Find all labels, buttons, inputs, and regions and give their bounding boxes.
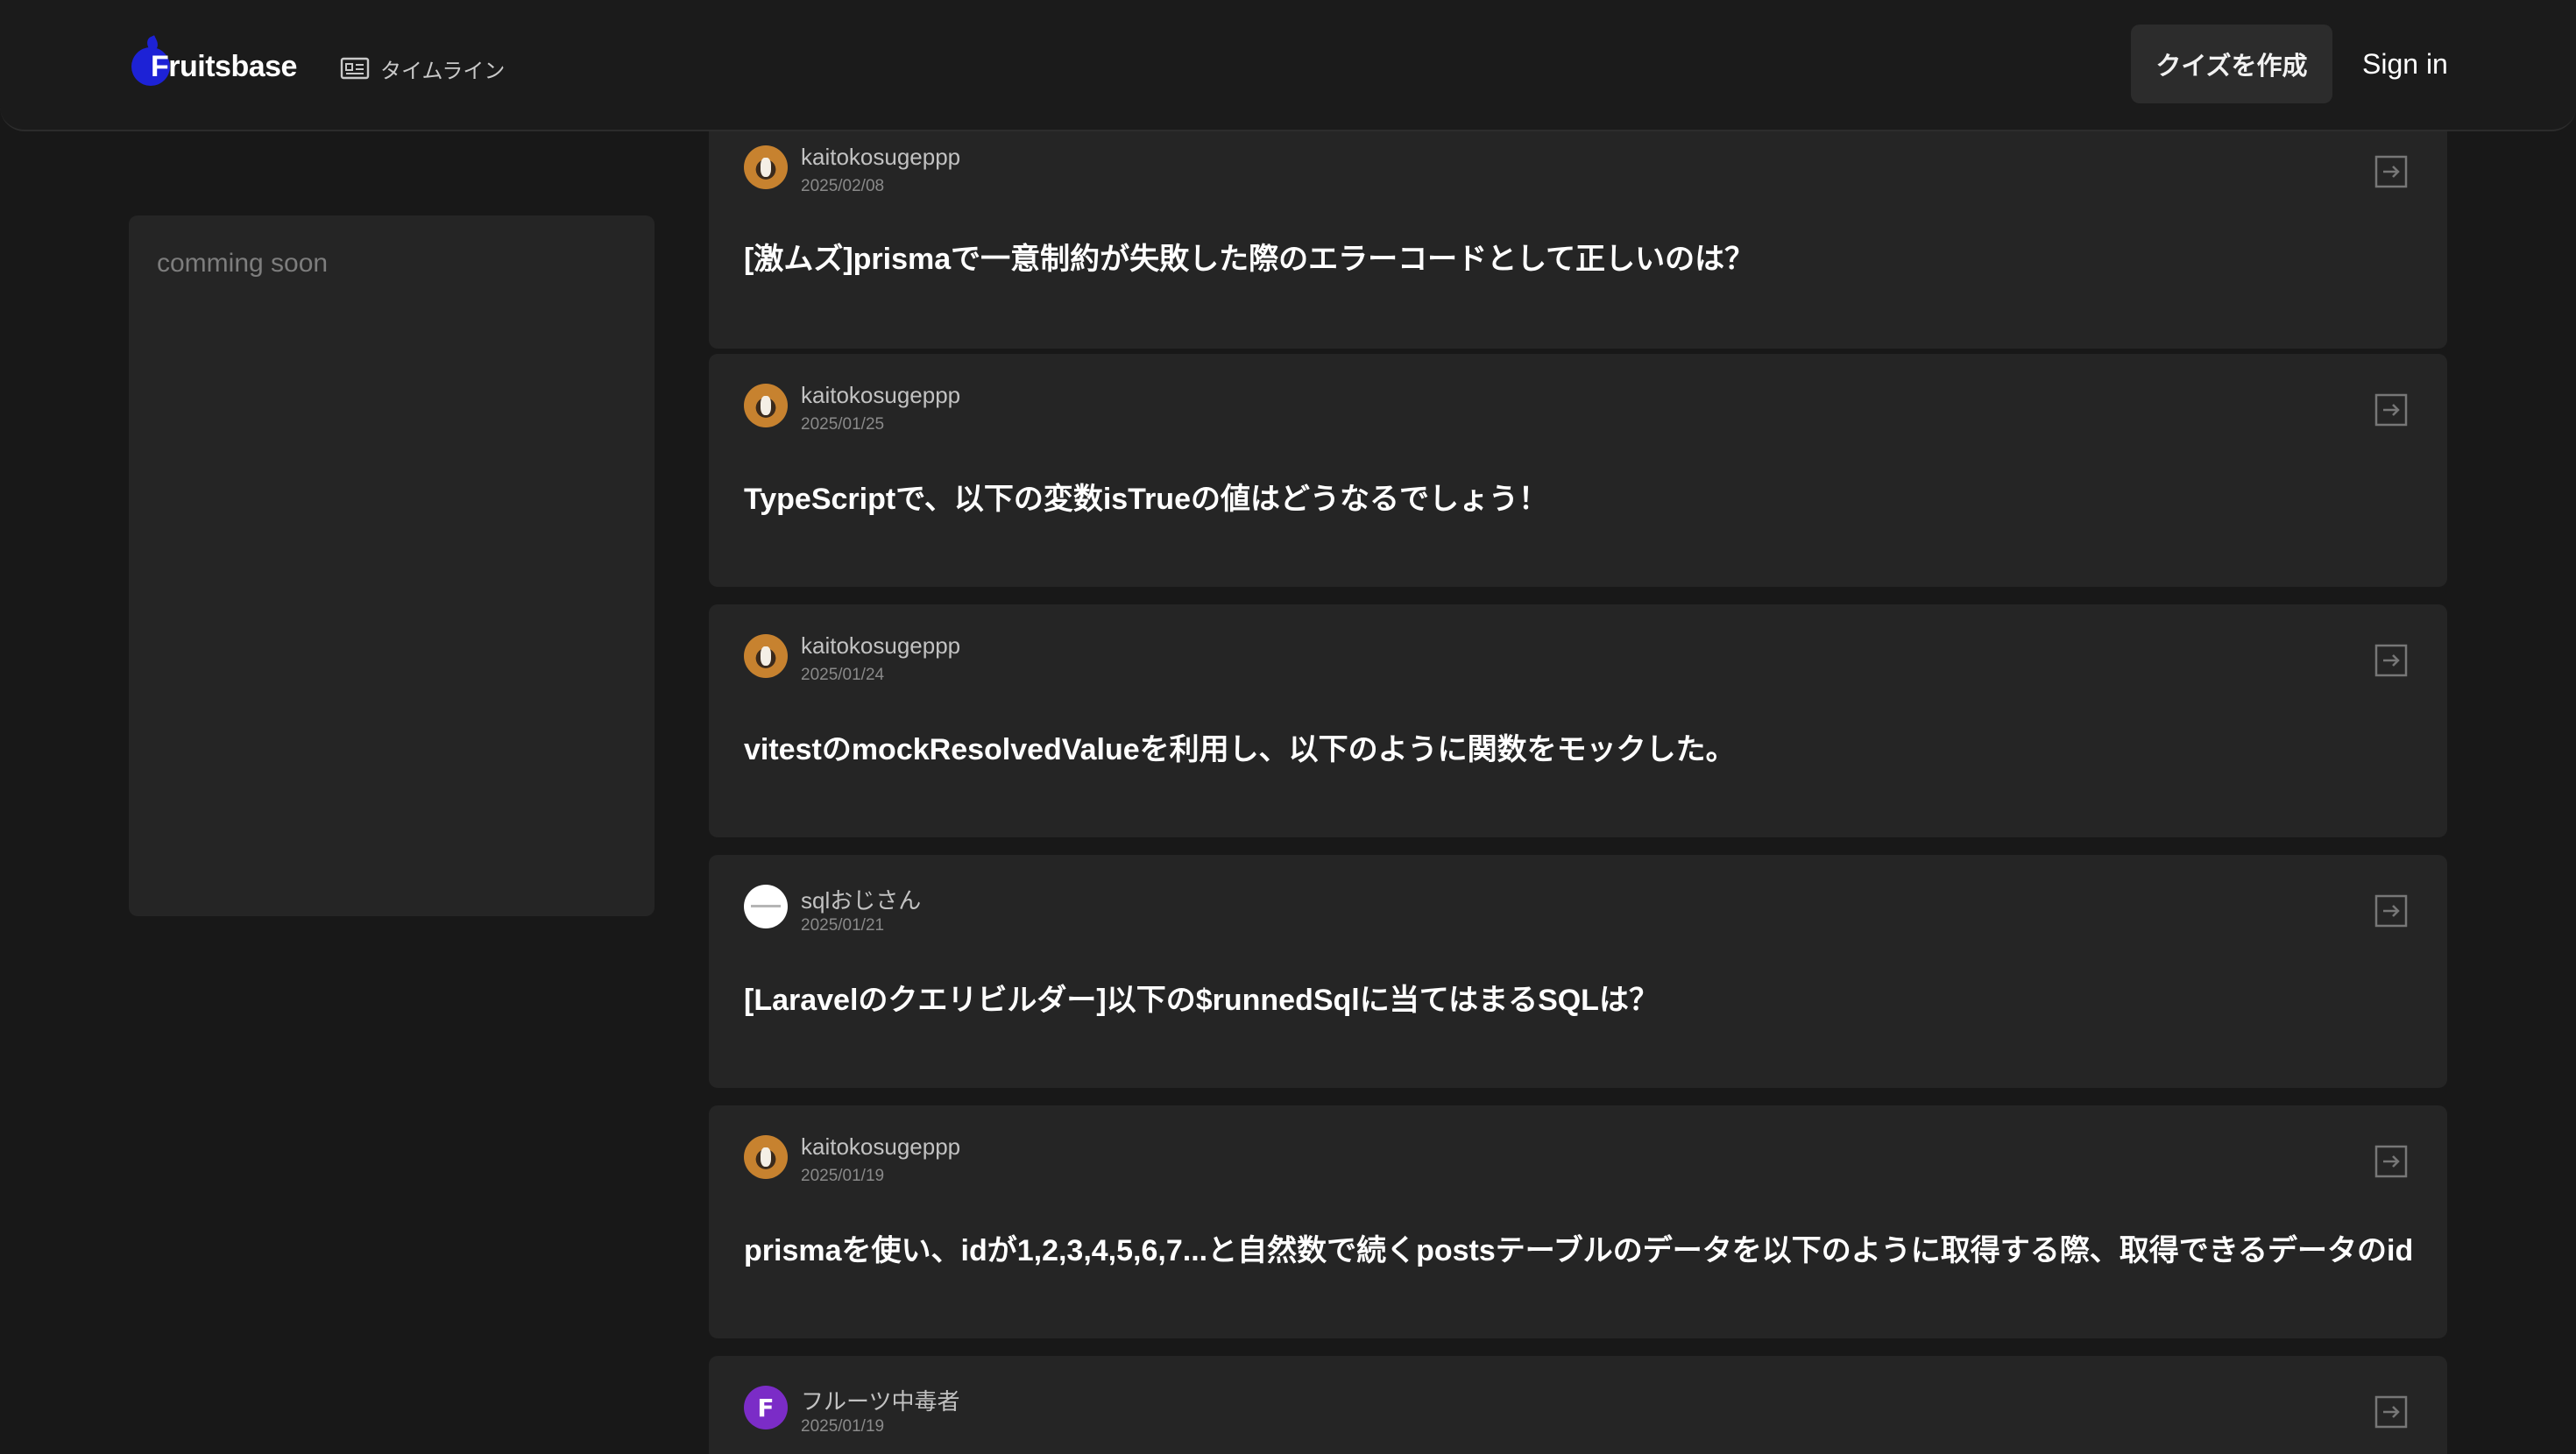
fruitsbase-logo[interactable]: Fruitsbase: [131, 35, 297, 98]
post-date: 2025/01/21: [801, 916, 885, 935]
top-header: Fruitsbase タイムライン クイズを作成 Sign in: [0, 0, 2576, 131]
open-arrow-icon[interactable]: [2374, 154, 2409, 189]
post-title[interactable]: TypeScriptで、以下の変数isTrueの値はどうなるでしょう！: [744, 475, 2426, 518]
post-username[interactable]: kaitokosugeppp: [801, 632, 960, 660]
post-title[interactable]: [Laravelのクエリビルダー]以下の$runnedSqlに当てはまるSQLは…: [744, 976, 2426, 1019]
post-date: 2025/02/08: [801, 177, 885, 195]
post-username[interactable]: sqlおじさん: [801, 883, 921, 915]
sidebar-placeholder: comming soon: [157, 249, 329, 278]
post-date: 2025/01/19: [801, 1417, 885, 1436]
post-date: 2025/01/19: [801, 1167, 885, 1185]
newspaper-icon: [340, 57, 370, 80]
logo-text: Fruitsbase: [151, 49, 297, 83]
nav-timeline-label: タイムライン: [380, 59, 506, 83]
post-title[interactable]: vitestのmockResolvedValueを利用し、以下のように関数をモッ…: [744, 725, 2426, 768]
post-username[interactable]: kaitokosugeppp: [801, 382, 960, 409]
sidebar-panel: comming soon: [129, 215, 655, 916]
post-date: 2025/01/25: [801, 415, 885, 434]
nav-timeline-link[interactable]: タイムライン: [340, 53, 505, 84]
post-card[interactable]: kaitokosugeppp 2025/01/25 TypeScriptで、以下…: [709, 354, 2447, 587]
post-card[interactable]: kaitokosugeppp 2025/01/24 vitestのmockRes…: [709, 604, 2447, 837]
post-date: 2025/01/24: [801, 666, 885, 684]
post-title[interactable]: prismaを使い、idが1,2,3,4,5,6,7...と自然数で続くpost…: [744, 1226, 2426, 1269]
open-arrow-icon[interactable]: [2374, 643, 2409, 678]
post-card[interactable]: sqlおじさん 2025/01/21 [Laravelのクエリビルダー]以下の$…: [709, 855, 2447, 1088]
open-arrow-icon[interactable]: [2374, 1394, 2409, 1429]
user-avatar[interactable]: [744, 634, 788, 678]
create-quiz-button[interactable]: クイズを作成: [2131, 25, 2332, 103]
post-title[interactable]: [激ムズ]prismaで一意制約が失敗した際のエラーコードとして正しいのは？: [744, 235, 2426, 278]
open-arrow-icon[interactable]: [2374, 1144, 2409, 1179]
user-avatar[interactable]: [744, 145, 788, 189]
post-username[interactable]: kaitokosugeppp: [801, 144, 960, 171]
open-arrow-icon[interactable]: [2374, 392, 2409, 427]
user-avatar[interactable]: F: [744, 1386, 788, 1429]
avatar-letter: F: [757, 1393, 775, 1422]
open-arrow-icon[interactable]: [2374, 893, 2409, 928]
user-avatar[interactable]: [744, 384, 788, 427]
post-username[interactable]: kaitokosugeppp: [801, 1133, 960, 1161]
post-card[interactable]: kaitokosugeppp 2025/02/08 [激ムズ]prismaで一意…: [709, 116, 2447, 349]
sign-in-link[interactable]: Sign in: [2362, 44, 2448, 84]
user-avatar[interactable]: [744, 885, 788, 928]
user-avatar[interactable]: [744, 1135, 788, 1179]
post-card[interactable]: kaitokosugeppp 2025/01/19 prismaを使い、idが1…: [709, 1105, 2447, 1338]
post-card[interactable]: F フルーツ中毒者 2025/01/19: [709, 1356, 2447, 1454]
post-username[interactable]: フルーツ中毒者: [801, 1384, 959, 1416]
